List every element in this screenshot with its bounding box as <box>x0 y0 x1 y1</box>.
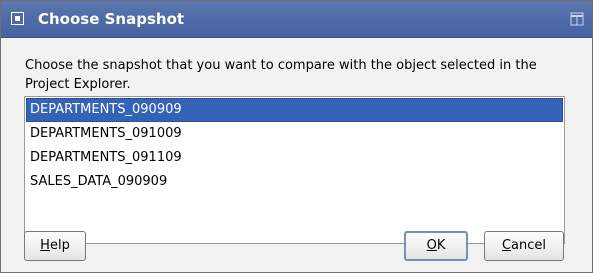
ok-button[interactable]: OK <box>404 231 468 261</box>
snapshot-list[interactable]: DEPARTMENTS_090909 DEPARTMENTS_091009 DE… <box>24 96 565 244</box>
prompt-text: Choose the snapshot that you want to com… <box>25 58 537 92</box>
window-menu-icon[interactable] <box>11 12 24 25</box>
help-button-mnemonic: H <box>40 238 50 253</box>
list-item[interactable]: DEPARTMENTS_091009 <box>26 122 563 146</box>
list-item[interactable]: DEPARTMENTS_090909 <box>26 98 563 122</box>
list-item[interactable]: SALES_DATA_090909 <box>26 170 563 194</box>
maximize-icon[interactable] <box>570 12 584 26</box>
dialog-title: Choose Snapshot <box>38 10 185 28</box>
ok-button-mnemonic: O <box>426 238 437 253</box>
help-button-label: elp <box>49 238 70 253</box>
ok-button-label: K <box>436 238 446 253</box>
cancel-button[interactable]: Cancel <box>484 231 564 261</box>
cancel-button-label: ancel <box>511 238 547 253</box>
list-item[interactable]: DEPARTMENTS_091109 <box>26 146 563 170</box>
cancel-button-mnemonic: C <box>501 238 512 253</box>
dialog-body: Choose the snapshot that you want to com… <box>1 38 592 272</box>
help-button[interactable]: Help <box>24 231 86 261</box>
choose-snapshot-dialog: Choose Snapshot Choose the snapshot that… <box>0 0 593 273</box>
title-bar[interactable]: Choose Snapshot <box>1 1 592 38</box>
